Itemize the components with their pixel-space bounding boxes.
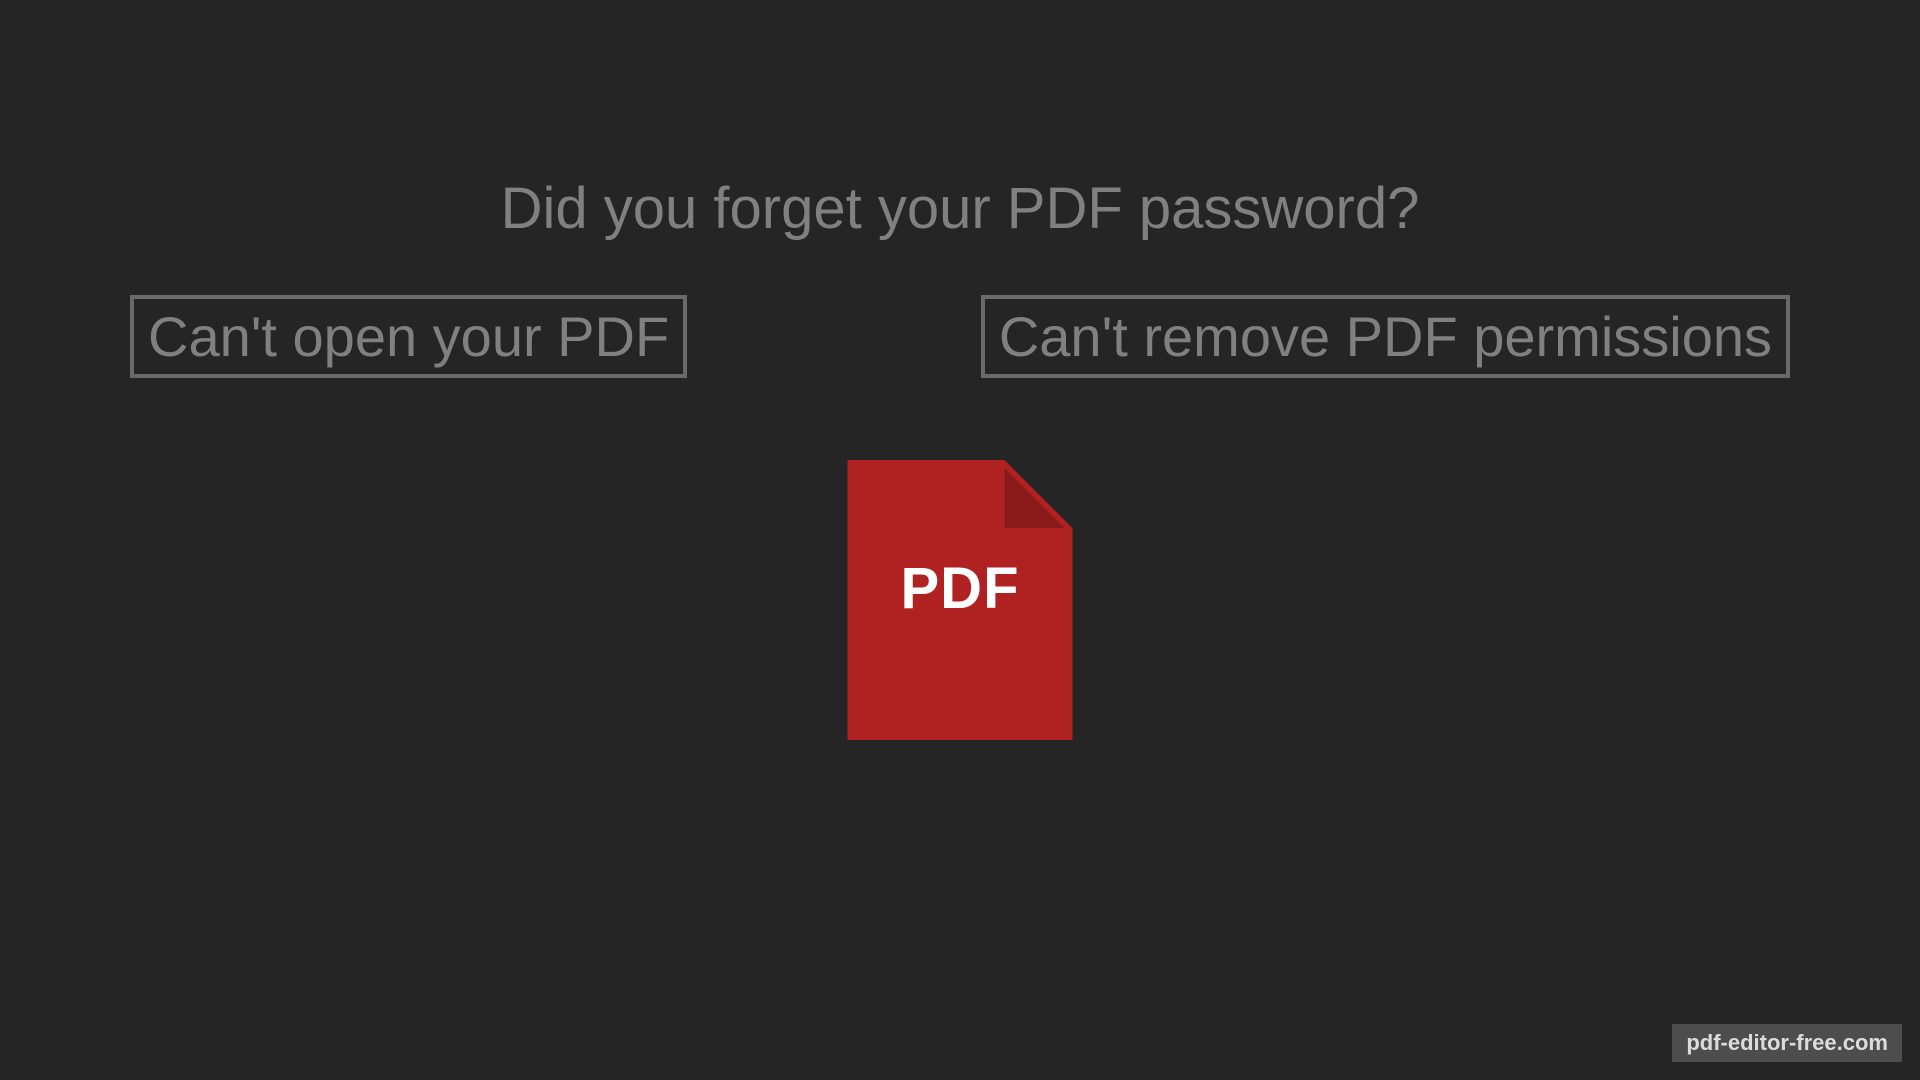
- footer-site-link[interactable]: pdf-editor-free.com: [1672, 1024, 1902, 1062]
- main-heading: Did you forget your PDF password?: [0, 175, 1920, 242]
- pdf-file-icon: PDF: [848, 460, 1073, 740]
- option-cant-remove-permissions: Can't remove PDF permissions: [981, 295, 1790, 378]
- pdf-icon-label: PDF: [848, 555, 1073, 622]
- option-cant-open: Can't open your PDF: [130, 295, 687, 378]
- options-row: Can't open your PDF Can't remove PDF per…: [0, 295, 1920, 378]
